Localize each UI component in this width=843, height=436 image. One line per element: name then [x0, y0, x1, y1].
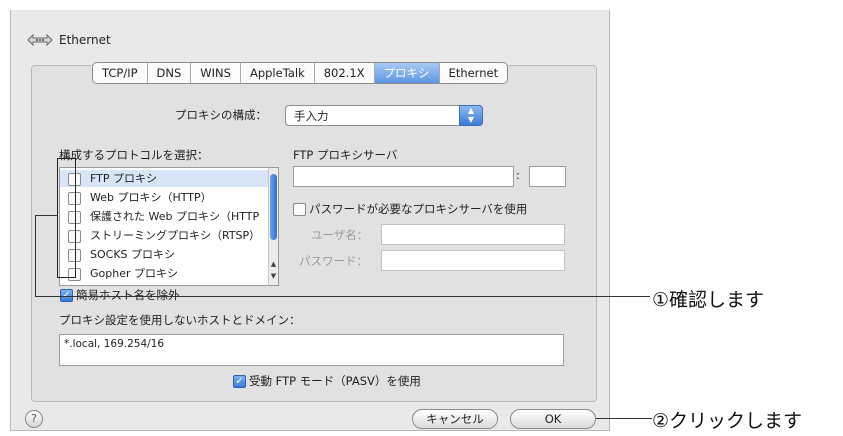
exclude-simple-hosts-label: 簡易ホスト名を除外 — [76, 288, 180, 302]
tab-8021x[interactable]: 802.1X — [315, 63, 375, 83]
annotation-leader-line — [35, 215, 36, 297]
annotation-leader-line — [35, 296, 650, 297]
list-item[interactable]: Web プロキシ（HTTP） — [60, 189, 270, 206]
tab-bar: TCP/IP DNS WINS AppleTalk 802.1X プロキシ Et… — [92, 62, 509, 84]
list-item[interactable]: FTP プロキシ — [60, 170, 270, 187]
tab-ethernet[interactable]: Ethernet — [440, 63, 508, 83]
tab-appletalk[interactable]: AppleTalk — [241, 63, 315, 83]
protocol-list: FTP プロキシ Web プロキシ（HTTP） 保護された Web プロキシ（H… — [59, 167, 279, 286]
password-required-checkbox[interactable] — [293, 203, 306, 216]
password-label: パスワード： — [299, 254, 368, 268]
scroll-down-icon[interactable]: ▼ — [269, 272, 278, 280]
list-item[interactable]: Gopher プロキシ — [60, 265, 270, 282]
port-colon: : — [516, 168, 520, 182]
annotation-leader-line — [596, 418, 652, 419]
popup-stepper-icon: ▲ ▼ — [459, 105, 483, 126]
annotation-step1: ①確認します — [652, 289, 765, 311]
protocol-list-label: 構成するプロトコルを選択： — [59, 148, 209, 162]
window-title-row: Ethernet — [27, 30, 111, 50]
help-button[interactable]: ? — [25, 410, 43, 428]
username-input[interactable] — [381, 224, 565, 245]
network-preferences-window: Ethernet TCP/IP DNS WINS AppleTalk 802.1… — [10, 10, 610, 431]
list-scrollbar[interactable]: ▲ ▼ — [268, 168, 278, 285]
scrollbar-thumb[interactable] — [270, 174, 277, 240]
proxy-server-input[interactable] — [293, 166, 514, 187]
annotation-highlight-box — [57, 158, 76, 278]
network-arrows-icon — [27, 33, 53, 47]
proxy-config-select[interactable]: 手入力 ▲ ▼ — [285, 105, 483, 126]
password-required-label: パスワードが必要なプロキシサーバを使用 — [309, 202, 528, 216]
cancel-button[interactable]: キャンセル — [412, 409, 498, 429]
annotation-step2: ②クリックします — [652, 410, 803, 432]
list-item[interactable]: ストリーミングプロキシ（RTSP） — [60, 227, 270, 244]
password-input[interactable] — [381, 250, 565, 271]
ftp-proxy-label: FTP プロキシサーバ — [293, 148, 398, 162]
bypass-hosts-value: *.local, 169.254/16 — [64, 338, 165, 350]
tab-wins[interactable]: WINS — [191, 63, 241, 83]
scroll-up-icon[interactable]: ▲ — [269, 260, 278, 268]
bypass-label: プロキシ設定を使用しないホストとドメイン： — [59, 313, 301, 327]
proxy-port-input[interactable] — [529, 166, 566, 187]
passive-ftp-checkbox[interactable]: ✓ — [233, 375, 246, 388]
proxy-config-label: プロキシの構成： — [175, 108, 267, 122]
tab-dns[interactable]: DNS — [148, 63, 192, 83]
list-item[interactable]: SOCKS プロキシ — [60, 246, 270, 263]
passive-ftp-label: 受動 FTP モード（PASV）を使用 — [249, 374, 421, 388]
tab-proxies[interactable]: プロキシ — [374, 63, 440, 83]
window-title: Ethernet — [59, 33, 111, 47]
list-item[interactable]: 保護された Web プロキシ（HTTP — [60, 208, 270, 225]
ok-button[interactable]: OK — [510, 409, 596, 429]
bypass-hosts-textarea[interactable]: *.local, 169.254/16 — [59, 334, 564, 366]
username-label: ユーザ名： — [311, 228, 369, 242]
annotation-leader-line — [35, 215, 57, 216]
tab-tcpip[interactable]: TCP/IP — [93, 63, 148, 83]
proxy-config-value: 手入力 — [294, 109, 329, 123]
